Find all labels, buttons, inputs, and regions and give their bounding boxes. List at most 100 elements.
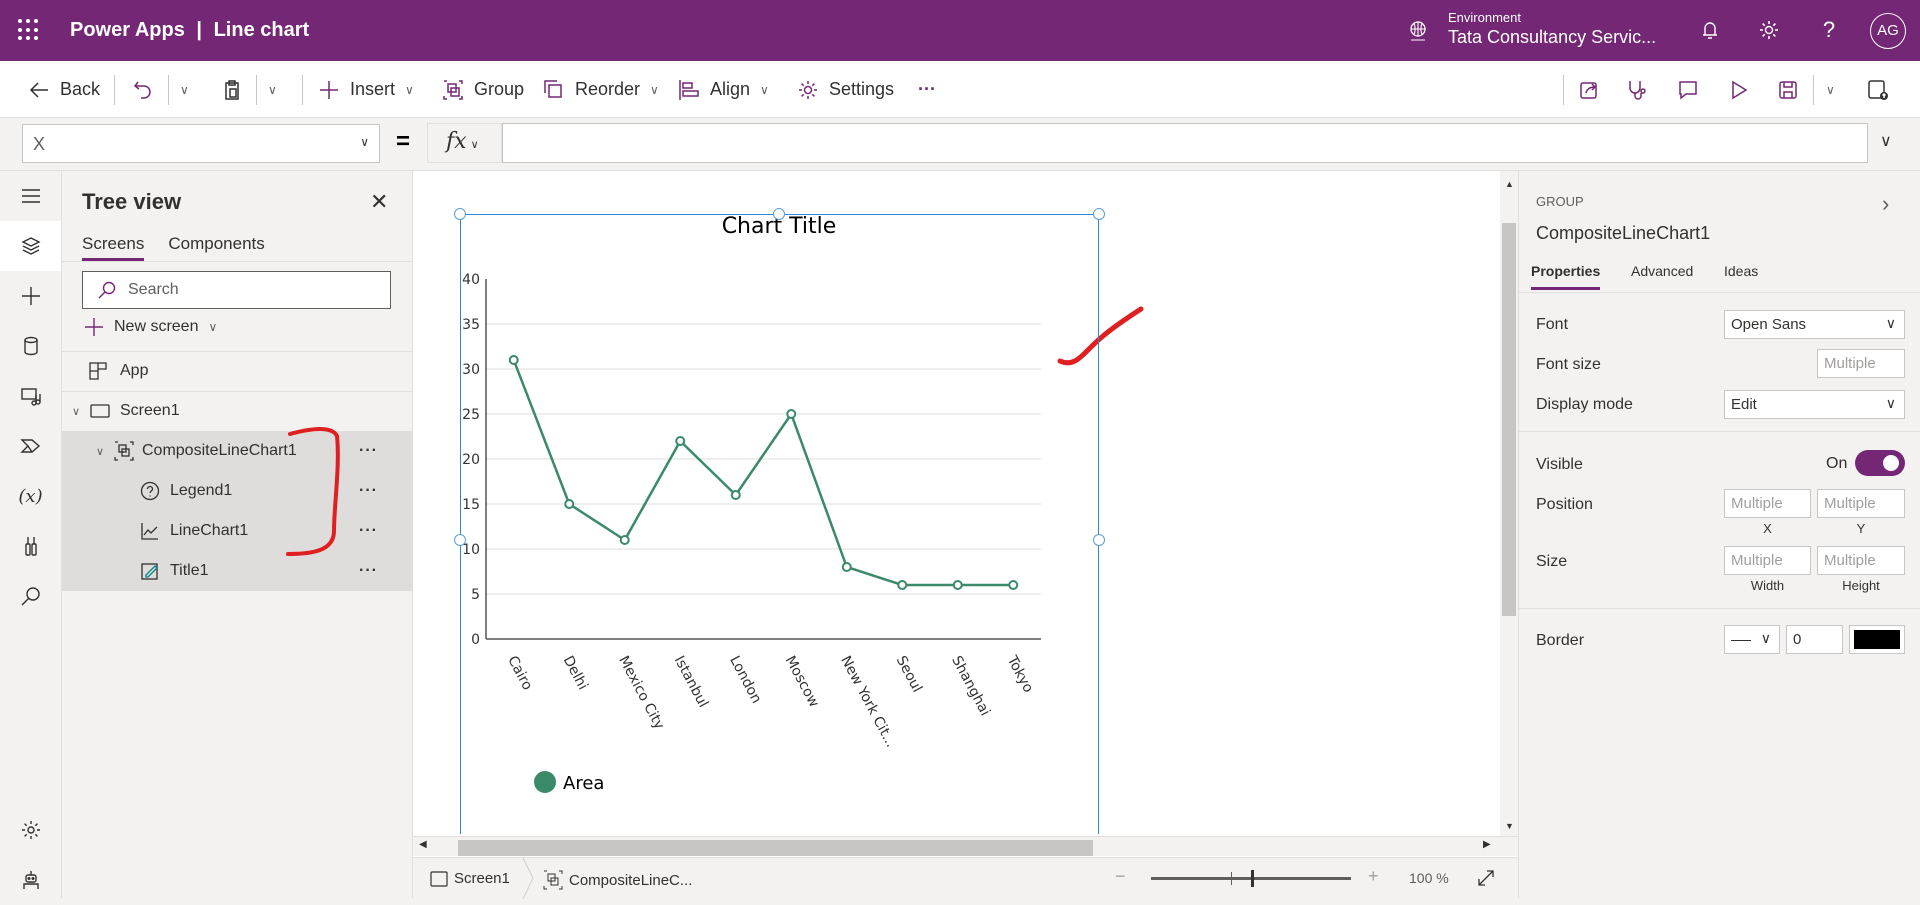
- zoom-slider[interactable]: [1151, 870, 1351, 887]
- power-automate-nav-button[interactable]: [0, 421, 61, 471]
- notifications-bell-icon[interactable]: [1698, 18, 1722, 42]
- resize-handle-left[interactable]: [454, 534, 466, 546]
- font-size-input[interactable]: Multiple: [1817, 349, 1905, 378]
- media-nav-button[interactable]: [0, 371, 61, 421]
- help-icon[interactable]: ?: [1817, 18, 1841, 42]
- publish-button[interactable]: [1866, 61, 1890, 118]
- visible-toggle[interactable]: [1855, 450, 1905, 476]
- display-mode-dropdown[interactable]: Edit ∨: [1724, 390, 1905, 419]
- tree-item-label: LineChart1: [170, 522, 249, 539]
- scroll-down-arrow-icon[interactable]: ▼: [1505, 821, 1514, 831]
- user-avatar[interactable]: AG: [1870, 13, 1906, 49]
- resize-handle-right[interactable]: [1093, 534, 1105, 546]
- toolbar-divider: [256, 75, 257, 105]
- more-options-icon[interactable]: ···: [359, 482, 378, 500]
- resize-handle-top-left[interactable]: [454, 208, 466, 220]
- border-style-dropdown[interactable]: ∨: [1724, 625, 1780, 654]
- insert-button[interactable]: Insert ∨: [318, 61, 414, 118]
- save-button[interactable]: [1777, 61, 1799, 118]
- tree-view-panel: Tree view ✕ Screens Components Search Ne…: [62, 171, 413, 898]
- settings-gear-icon[interactable]: [1757, 18, 1781, 42]
- tree-item-screen1[interactable]: ∨ Screen1: [62, 391, 413, 431]
- font-label: Font: [1536, 316, 1569, 333]
- preview-play-button[interactable]: [1728, 61, 1750, 118]
- reorder-label: Reorder: [575, 79, 641, 99]
- app-launcher-icon[interactable]: [18, 19, 40, 41]
- paste-button[interactable]: [221, 61, 243, 118]
- control-name[interactable]: CompositeLineChart1: [1536, 223, 1710, 244]
- search-nav-button[interactable]: [0, 571, 61, 621]
- breadcrumb-compositelinechart[interactable]: CompositeLineC...: [543, 870, 692, 890]
- comments-button[interactable]: [1677, 61, 1699, 118]
- tree-view-nav-button[interactable]: [0, 221, 61, 271]
- paste-dropdown[interactable]: ∨: [268, 61, 277, 118]
- advanced-tools-nav-button[interactable]: [0, 521, 61, 571]
- expand-formula-chevron-icon[interactable]: ∨: [1880, 131, 1892, 151]
- group-button[interactable]: Group: [442, 61, 524, 118]
- formula-input[interactable]: [502, 123, 1868, 163]
- resize-handle-top-right[interactable]: [1093, 208, 1105, 220]
- back-button[interactable]: Back: [28, 61, 100, 118]
- tree-item-legend1[interactable]: Legend1 ···: [62, 471, 413, 511]
- tab-components[interactable]: Components: [168, 234, 264, 261]
- undo-dropdown[interactable]: ∨: [180, 61, 189, 118]
- tree-search-input[interactable]: Search: [82, 271, 391, 309]
- environment-selector[interactable]: Tata Consultancy Servic...: [1448, 27, 1656, 48]
- settings-nav-button[interactable]: [0, 805, 61, 855]
- close-panel-icon[interactable]: ✕: [370, 189, 388, 215]
- fx-function-button[interactable]: fx ∨: [427, 123, 502, 163]
- more-commands-button[interactable]: ···: [918, 61, 936, 118]
- expand-panel-chevron-icon[interactable]: ›: [1882, 191, 1889, 217]
- chevron-down-icon: ∨: [180, 82, 189, 97]
- tab-properties[interactable]: Properties: [1531, 263, 1601, 290]
- settings-label: Settings: [829, 79, 895, 99]
- position-y-input[interactable]: Multiple: [1817, 489, 1905, 518]
- scrollbar-thumb[interactable]: [1502, 223, 1516, 616]
- scroll-right-arrow-icon[interactable]: ▶: [1483, 839, 1491, 850]
- more-options-icon[interactable]: ···: [359, 562, 378, 580]
- search-icon: [98, 281, 116, 299]
- resize-handle-top[interactable]: [773, 208, 785, 220]
- tree-item-linechart1[interactable]: LineChart1 ···: [62, 511, 413, 551]
- tab-screens[interactable]: Screens: [82, 234, 145, 261]
- horizontal-scrollbar[interactable]: ◀ ▶: [413, 836, 1518, 856]
- tree-item-title1[interactable]: Title1 ···: [62, 551, 413, 591]
- width-input[interactable]: Multiple: [1724, 546, 1811, 575]
- save-dropdown[interactable]: ∨: [1826, 61, 1835, 118]
- font-dropdown[interactable]: Open Sans ∨: [1724, 310, 1905, 339]
- zoom-slider-thumb[interactable]: [1251, 870, 1254, 887]
- scroll-up-arrow-icon[interactable]: ▲: [1505, 179, 1514, 189]
- collapse-menu-button[interactable]: [0, 171, 61, 221]
- border-width-input[interactable]: 0: [1786, 625, 1843, 654]
- position-x-input[interactable]: Multiple: [1724, 489, 1811, 518]
- variables-nav-button[interactable]: (x): [0, 471, 61, 521]
- settings-button[interactable]: Settings: [797, 61, 894, 118]
- border-color-picker[interactable]: [1849, 625, 1905, 654]
- share-icon: [1580, 81, 1597, 99]
- insert-nav-button[interactable]: [0, 271, 61, 321]
- height-caption: Height: [1842, 578, 1880, 593]
- tab-advanced[interactable]: Advanced: [1631, 263, 1693, 279]
- share-button[interactable]: [1578, 61, 1600, 118]
- breadcrumb-separator-icon: [522, 858, 534, 899]
- more-options-icon[interactable]: ···: [359, 522, 378, 540]
- data-nav-button[interactable]: [0, 321, 61, 371]
- vertical-scrollbar[interactable]: ▲ ▼: [1500, 171, 1518, 836]
- reorder-button[interactable]: Reorder ∨: [543, 61, 659, 118]
- tree-item-app[interactable]: App: [62, 351, 413, 391]
- more-options-icon[interactable]: ···: [359, 442, 378, 460]
- breadcrumb-screen1[interactable]: Screen1: [430, 870, 510, 887]
- tab-ideas[interactable]: Ideas: [1724, 263, 1758, 279]
- align-button[interactable]: Align ∨: [678, 61, 769, 118]
- undo-button[interactable]: [132, 61, 154, 118]
- zoom-out-button[interactable]: −: [1115, 866, 1126, 887]
- property-dropdown[interactable]: X ∨: [22, 124, 380, 163]
- scroll-left-arrow-icon[interactable]: ◀: [419, 839, 427, 850]
- app-checker-button[interactable]: [1626, 61, 1648, 118]
- tree-item-compositelinechart1[interactable]: ∨ CompositeLineChart1 ···: [62, 431, 413, 471]
- height-input[interactable]: Multiple: [1817, 546, 1905, 575]
- fit-to-window-icon[interactable]: [1476, 868, 1496, 888]
- zoom-in-button[interactable]: +: [1368, 866, 1379, 887]
- new-screen-button[interactable]: New screen ∨: [84, 317, 217, 337]
- scrollbar-thumb[interactable]: [458, 840, 1093, 856]
